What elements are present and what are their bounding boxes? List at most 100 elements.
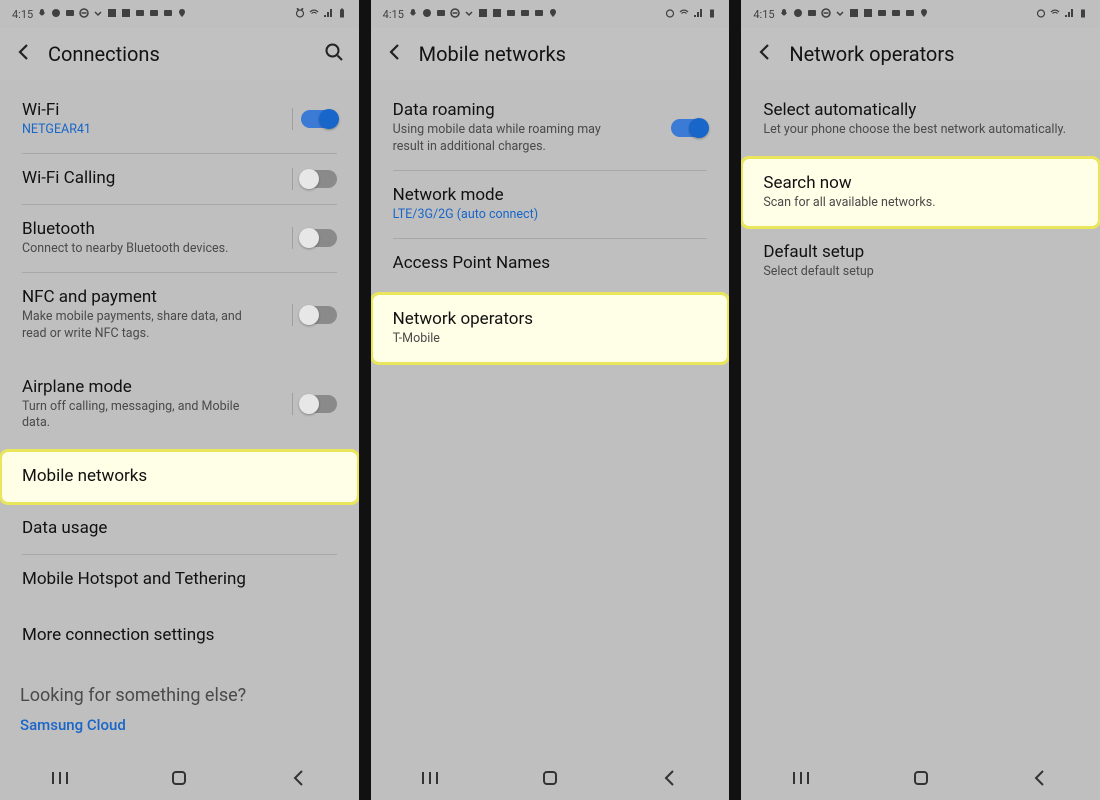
item-label: Default setup	[763, 242, 1078, 262]
settings-list: Wi-Fi NETGEAR41 Wi-Fi Calling Bluetooth …	[0, 80, 359, 756]
badge-icon	[905, 8, 915, 21]
item-label: Bluetooth	[22, 219, 337, 239]
mobile-networks-item[interactable]: Mobile networks	[2, 452, 357, 502]
wifi-calling-item[interactable]: Wi-Fi Calling	[2, 154, 357, 204]
location-icon	[177, 8, 187, 21]
image-icon	[492, 8, 502, 21]
item-label: Select automatically	[763, 100, 1078, 120]
page-title: Connections	[48, 42, 160, 66]
item-label: Wi-Fi Calling	[22, 168, 337, 188]
circle-icon	[422, 8, 432, 21]
item-label: Data roaming	[393, 100, 708, 120]
item-label: Airplane mode	[22, 377, 337, 397]
image-icon	[478, 8, 488, 21]
data-roaming-item[interactable]: Data roaming Using mobile data while roa…	[373, 86, 728, 170]
app-bar: Network operators	[741, 28, 1100, 80]
settings-list: Select automatically Let your phone choo…	[741, 80, 1100, 756]
circle-icon	[793, 8, 803, 21]
camera-icon	[436, 8, 446, 21]
hotspot-item[interactable]: Mobile Hotspot and Tethering	[2, 555, 357, 605]
snapchat-icon	[779, 8, 789, 21]
badge-icon	[135, 8, 145, 21]
badge-icon	[163, 8, 173, 21]
network-mode-item[interactable]: Network mode LTE/3G/2G (auto connect)	[373, 171, 728, 238]
dnd-icon	[821, 8, 831, 21]
app-bar: Connections	[0, 28, 359, 80]
alarm-icon	[1036, 8, 1046, 21]
data-usage-item[interactable]: Data usage	[2, 504, 357, 554]
item-desc: Let your phone choose the best network a…	[763, 122, 1078, 139]
nfc-item[interactable]: NFC and payment Make mobile payments, sh…	[2, 273, 357, 357]
item-desc: Turn off calling, messaging, and Mobile …	[22, 399, 261, 433]
dnd-icon	[79, 8, 89, 21]
wifi-icon	[1050, 8, 1060, 21]
item-label: Search now	[763, 173, 1078, 193]
nfc-toggle[interactable]	[301, 306, 337, 324]
bluetooth-toggle[interactable]	[301, 229, 337, 247]
default-setup-item[interactable]: Default setup Select default setup	[743, 228, 1098, 295]
image-icon	[107, 8, 117, 21]
recents-button[interactable]	[790, 767, 812, 789]
back-button[interactable]	[288, 767, 310, 789]
item-value: LTE/3G/2G (auto connect)	[393, 207, 708, 224]
back-button[interactable]	[659, 767, 681, 789]
nav-bar	[371, 756, 730, 800]
search-now-item[interactable]: Search now Scan for all available networ…	[743, 159, 1098, 226]
home-button[interactable]	[539, 767, 561, 789]
more-icon	[464, 8, 474, 21]
dnd-icon	[450, 8, 460, 21]
item-label: Data usage	[22, 518, 337, 538]
badge-icon	[534, 8, 544, 21]
image-icon	[863, 8, 873, 21]
back-icon[interactable]	[755, 42, 775, 67]
image-icon	[849, 8, 859, 21]
signal-icon	[693, 8, 703, 21]
status-bar: 4:15	[0, 0, 359, 28]
nav-bar	[741, 756, 1100, 800]
wifi-calling-toggle[interactable]	[301, 170, 337, 188]
wifi-item[interactable]: Wi-Fi NETGEAR41	[2, 86, 357, 153]
app-bar: Mobile networks	[371, 28, 730, 80]
status-bar: 4:15	[741, 0, 1100, 28]
back-icon[interactable]	[14, 42, 34, 67]
home-button[interactable]	[168, 767, 190, 789]
badge-icon	[149, 8, 159, 21]
search-icon[interactable]	[323, 41, 345, 68]
alarm-icon	[295, 8, 305, 21]
bluetooth-item[interactable]: Bluetooth Connect to nearby Bluetooth de…	[2, 205, 357, 272]
screen-network-operators: 4:15 Network operators Se	[741, 0, 1100, 800]
back-icon[interactable]	[385, 42, 405, 67]
signal-icon	[323, 8, 333, 21]
screen-connections: 4:15 Connections	[0, 0, 359, 800]
help-section: Looking for something else? Samsung Clou…	[0, 667, 359, 740]
item-desc: Scan for all available networks.	[763, 195, 1078, 212]
samsung-cloud-link[interactable]: Samsung Cloud	[20, 716, 339, 734]
select-auto-item[interactable]: Select automatically Let your phone choo…	[743, 86, 1098, 153]
item-desc: Make mobile payments, share data, and re…	[22, 309, 249, 343]
network-operators-item[interactable]: Network operators T-Mobile	[373, 295, 728, 362]
item-label: Mobile networks	[22, 466, 337, 486]
apn-item[interactable]: Access Point Names	[373, 239, 728, 289]
item-label: More connection settings	[22, 625, 337, 645]
wifi-toggle[interactable]	[301, 110, 337, 128]
wifi-icon	[309, 8, 319, 21]
help-heading: Looking for something else?	[20, 685, 339, 706]
home-button[interactable]	[910, 767, 932, 789]
item-desc: Select default setup	[763, 264, 1078, 281]
wifi-icon	[679, 8, 689, 21]
image-icon	[121, 8, 131, 21]
item-desc: Connect to nearby Bluetooth devices.	[22, 241, 337, 258]
airplane-toggle[interactable]	[301, 395, 337, 413]
roaming-toggle[interactable]	[671, 119, 707, 137]
more-settings-item[interactable]: More connection settings	[2, 611, 357, 661]
snapchat-icon	[408, 8, 418, 21]
battery-icon	[707, 8, 717, 21]
back-button[interactable]	[1029, 767, 1051, 789]
location-icon	[548, 8, 558, 21]
page-title: Mobile networks	[419, 42, 566, 66]
battery-icon	[337, 8, 347, 21]
recents-button[interactable]	[49, 767, 71, 789]
recents-button[interactable]	[419, 767, 441, 789]
item-label: Mobile Hotspot and Tethering	[22, 569, 337, 589]
airplane-item[interactable]: Airplane mode Turn off calling, messagin…	[2, 363, 357, 447]
